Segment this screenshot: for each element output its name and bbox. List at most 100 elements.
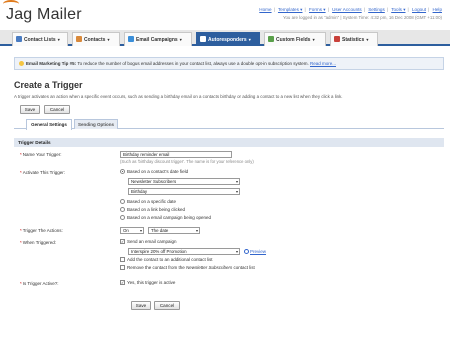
actions-label: *Trigger The Actions: <box>20 228 63 233</box>
activate-option-campaign-opened[interactable]: Based on a email campaign being opened <box>120 215 211 220</box>
option-label: Yes, this trigger is active <box>127 280 176 285</box>
preview-icon <box>244 249 249 254</box>
activate-label-text: Activate This Trigger: <box>22 170 65 175</box>
preview-label: Preview <box>250 249 267 254</box>
tip-prefix: Email Marketing Tip #5: <box>26 61 77 66</box>
chevron-down-icon: ▾ <box>178 37 182 42</box>
date-select-value: The date <box>151 228 169 233</box>
cancel-button-bottom[interactable]: Cancel <box>154 301 180 310</box>
contact-lists-icon <box>16 36 22 42</box>
divider: | <box>386 7 388 12</box>
tab-email-campaigns[interactable]: Email Campaigns ▾ <box>124 32 192 46</box>
activate-option-date-field[interactable]: Based on a contact's date field <box>120 169 188 174</box>
campaign-select[interactable]: Interspire 20% off Promotion ▾ <box>128 248 240 255</box>
activate-option-specific-date[interactable]: Based on a specific date <box>120 199 176 204</box>
chevron-down-icon: ▾ <box>247 37 251 42</box>
user-status-line: You are logged in as "admin" | System Ti… <box>282 15 442 20</box>
date-select[interactable]: The date ▾ <box>148 227 200 234</box>
name-label-text: Name Your Trigger: <box>22 152 62 157</box>
date-field-select-value: Birthday <box>131 189 148 194</box>
save-button-top[interactable]: Save <box>20 105 40 114</box>
send-email-checkbox[interactable]: Send an email campaign <box>120 239 177 244</box>
trigger-active-checkbox[interactable]: Yes, this trigger is active <box>120 280 175 285</box>
checkbox-icon <box>120 257 125 262</box>
main-nav: Contact Lists ▾ Contacts ▾ Email Campaig… <box>0 30 450 46</box>
option-label: Based on a link being clicked <box>127 207 186 212</box>
option-label-list: Newsletter Subscribers <box>186 265 233 270</box>
tab-label: Contacts <box>84 37 106 43</box>
radio-icon <box>120 207 125 212</box>
custom-fields-icon <box>268 36 274 42</box>
toplink-tools[interactable]: Tools ▾ <box>391 7 405 12</box>
divider: | <box>407 7 409 12</box>
autoresponders-icon <box>200 36 206 42</box>
page-title: Create a Trigger <box>14 80 83 90</box>
toplink-logout[interactable]: Logout <box>412 7 426 12</box>
radio-icon <box>120 169 125 174</box>
option-label: Based on a contact's date field <box>127 169 189 174</box>
tab-label: Custom Fields <box>276 37 311 43</box>
app-logo-text: Jag Mailer <box>6 6 82 23</box>
triggered-label-text: When Triggered: <box>22 240 57 245</box>
option-label: Add the contact to an additional contact… <box>127 257 213 262</box>
required-marker: * <box>20 228 22 233</box>
toplink-user-accounts[interactable]: User Accounts <box>332 7 362 12</box>
when-select[interactable]: On ▾ <box>120 227 144 234</box>
active-label-text: Is Trigger Active?: <box>22 281 59 286</box>
date-field-select[interactable]: Birthday ▾ <box>128 188 240 195</box>
tab-autoresponders[interactable]: Autoresponders ▾ <box>196 32 260 46</box>
chevron-down-icon: ▾ <box>195 228 198 233</box>
statistics-icon <box>334 36 340 42</box>
option-label: Send an email campaign <box>127 239 177 244</box>
trigger-name-input[interactable]: Birthday reminder email <box>120 151 232 158</box>
divider: | <box>363 7 365 12</box>
save-button-bottom[interactable]: Save <box>131 301 151 310</box>
app-logo[interactable]: Jag Mailer <box>3 0 82 24</box>
divider: | <box>304 7 306 12</box>
tab-general-settings[interactable]: General Settings <box>26 119 72 130</box>
add-contact-checkbox[interactable]: Add the contact to an additional contact… <box>120 257 213 262</box>
activate-label: *Activate This Trigger: <box>20 170 65 175</box>
preview-link[interactable]: Preview <box>244 249 266 254</box>
required-marker: * <box>20 281 22 286</box>
checkbox-icon <box>120 280 125 285</box>
tab-label: Autoresponders <box>208 37 247 43</box>
required-marker: * <box>20 170 22 175</box>
required-marker: * <box>20 240 22 245</box>
option-label: Based on a specific date <box>127 199 177 204</box>
required-marker: * <box>20 152 22 157</box>
cancel-button-top[interactable]: Cancel <box>44 105 70 114</box>
tip-read-more-link[interactable]: Read more... <box>310 61 336 66</box>
divider: | <box>273 7 275 12</box>
toplink-templates[interactable]: Templates ▾ <box>278 7 303 12</box>
checkbox-icon <box>120 239 125 244</box>
option-label-prefix: Remove the contact from the <box>127 265 187 270</box>
tab-sending-options[interactable]: Sending Options <box>74 119 118 129</box>
toplink-home[interactable]: Home <box>259 7 271 12</box>
tab-statistics[interactable]: Statistics ▾ <box>330 32 378 46</box>
tab-contacts[interactable]: Contacts ▾ <box>72 32 120 46</box>
settings-subtabs: General Settings Sending Options <box>14 119 444 130</box>
toplink-help[interactable]: Help <box>433 7 442 12</box>
chevron-down-icon: ▾ <box>235 249 238 254</box>
email-campaigns-icon <box>128 36 134 42</box>
tip-text: To reduce the number of bogus email addr… <box>76 61 310 66</box>
tab-contact-lists[interactable]: Contact Lists ▾ <box>12 32 68 46</box>
contact-list-select-value: Newsletter Subscribers <box>131 179 177 184</box>
contact-list-select[interactable]: Newsletter Subscribers ▾ <box>128 178 240 185</box>
tab-label: Contact Lists <box>24 37 56 43</box>
toplink-settings[interactable]: Settings <box>368 7 385 12</box>
tab-custom-fields[interactable]: Custom Fields ▾ <box>264 32 326 46</box>
tab-label: Statistics <box>342 37 365 43</box>
tab-label: Email Campaigns <box>136 37 178 43</box>
remove-contact-checkbox[interactable]: Remove the contact from the Newsletter S… <box>120 265 255 270</box>
tip-banner: Email Marketing Tip #5: To reduce the nu… <box>14 57 444 70</box>
chevron-down-icon: ▾ <box>139 228 142 233</box>
chevron-down-icon: ▾ <box>56 37 60 42</box>
header: Jag Mailer Home | Templates ▾ | Forms ▾ | U… <box>0 0 450 28</box>
chevron-down-icon: ▾ <box>311 37 315 42</box>
toplink-forms[interactable]: Forms ▾ <box>309 7 326 12</box>
activate-option-link-clicked[interactable]: Based on a link being clicked <box>120 207 185 212</box>
divider: | <box>327 7 329 12</box>
chevron-down-icon: ▾ <box>235 179 238 184</box>
